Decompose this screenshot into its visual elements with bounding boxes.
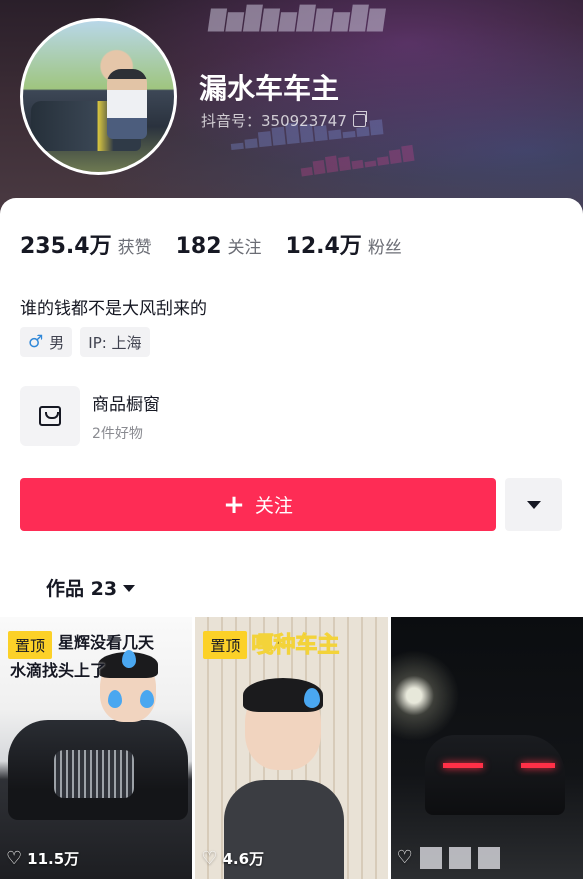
- douyin-id-text: 抖音号：350923747: [201, 112, 347, 130]
- stat-label: 关注: [227, 238, 262, 258]
- tear-drop-shape: [140, 690, 154, 708]
- heart-icon: ♡: [201, 847, 218, 869]
- male-icon: ♂: [28, 332, 44, 352]
- follow-button-label: 关注: [254, 495, 293, 517]
- douyin-id[interactable]: 抖音号：350923747: [201, 110, 367, 131]
- like-count: 11.5万: [27, 850, 80, 868]
- thumbnail-car-shape: [425, 735, 565, 815]
- stat-label: 获赞: [117, 238, 152, 258]
- thumbnail-car-shape: [8, 720, 188, 820]
- banner-decoration: ▆▅▇▆▅▇▆▅▇▆: [207, 2, 389, 32]
- like-count: 4.6万: [222, 850, 265, 868]
- shop-title: 商品橱窗: [92, 394, 160, 415]
- redacted-block: [419, 847, 442, 869]
- pinned-badge: 置顶: [8, 631, 53, 659]
- video-like-count: ♡ 11.5万: [6, 848, 79, 869]
- shop-text: 商品橱窗 2件好物: [92, 390, 160, 443]
- heart-icon: ♡: [396, 847, 413, 868]
- profile-tags: ♂ 男 IP: 上海: [20, 327, 150, 357]
- stat-label: 粉丝: [367, 238, 402, 258]
- stat-following[interactable]: 182 关注: [176, 233, 262, 259]
- redacted-block: [448, 847, 471, 869]
- stat-likes[interactable]: 235.4万 获赞: [20, 228, 152, 260]
- caret-down-icon: [123, 585, 136, 592]
- redacted-block: [477, 847, 500, 869]
- plus-icon: +: [223, 489, 245, 520]
- more-options-button[interactable]: [505, 478, 562, 531]
- avatar-person-shape: [107, 69, 147, 139]
- bag-icon: [39, 406, 61, 426]
- bio: 谁的钱都不是大风刮来的: [20, 299, 207, 319]
- pinned-badge: 置顶: [203, 631, 248, 659]
- car-grille-shape: [54, 750, 134, 798]
- stat-value: 182: [175, 234, 222, 259]
- sweat-drop-shape: [304, 688, 320, 708]
- copy-icon[interactable]: [352, 111, 367, 127]
- tear-drop-shape: [108, 690, 122, 708]
- ip-tag: IP: 上海: [80, 327, 150, 357]
- profile-card: 235.4万 获赞 182 关注 12.4万 粉丝 谁的钱都不是大风刮来的 ♂ …: [0, 198, 583, 618]
- video-caption-line: 水滴找头上了: [10, 661, 107, 680]
- gender-tag-label: 男: [49, 333, 65, 352]
- shop-subtitle: 2件好物: [92, 425, 143, 442]
- shop-icon-box: [20, 386, 80, 446]
- stat-followers[interactable]: 12.4万 粉丝: [286, 228, 402, 260]
- tab-works-label: 作品 23: [46, 578, 118, 600]
- shop-window-entry[interactable]: 商品橱窗 2件好物: [20, 386, 160, 446]
- tab-works[interactable]: 作品 23: [46, 574, 136, 601]
- gender-tag: ♂ 男: [20, 327, 73, 357]
- stat-value: 12.4万: [285, 234, 362, 259]
- heart-icon: ♡: [6, 847, 23, 869]
- stat-value: 235.4万: [20, 234, 112, 259]
- banner-decoration: ▃▅▆▅▃▂▃▅▆: [299, 140, 417, 177]
- video-title-overlay: 嘎种车主: [251, 633, 340, 659]
- video-like-count: ♡ 4.6万: [201, 848, 264, 869]
- profile-header-banner: ▆▅▇▆▅▇▆▅▇▆ ▂▃▅▆▇▆▅▃▂▃▅ ▃▅▆▅▃▂▃▅▆ 漏水车车主 抖…: [0, 0, 583, 215]
- nickname: 漏水车车主: [199, 72, 340, 105]
- taillight-shape: [443, 763, 483, 768]
- avatar[interactable]: [20, 18, 177, 175]
- caret-down-icon: [526, 500, 541, 509]
- stats-row: 235.4万 获赞 182 关注 12.4万 粉丝: [20, 228, 402, 260]
- taillight-shape: [521, 763, 555, 768]
- ip-tag-label: IP: 上海: [88, 333, 142, 352]
- follow-button[interactable]: + 关注: [20, 478, 496, 531]
- video-like-count: ♡: [397, 847, 500, 869]
